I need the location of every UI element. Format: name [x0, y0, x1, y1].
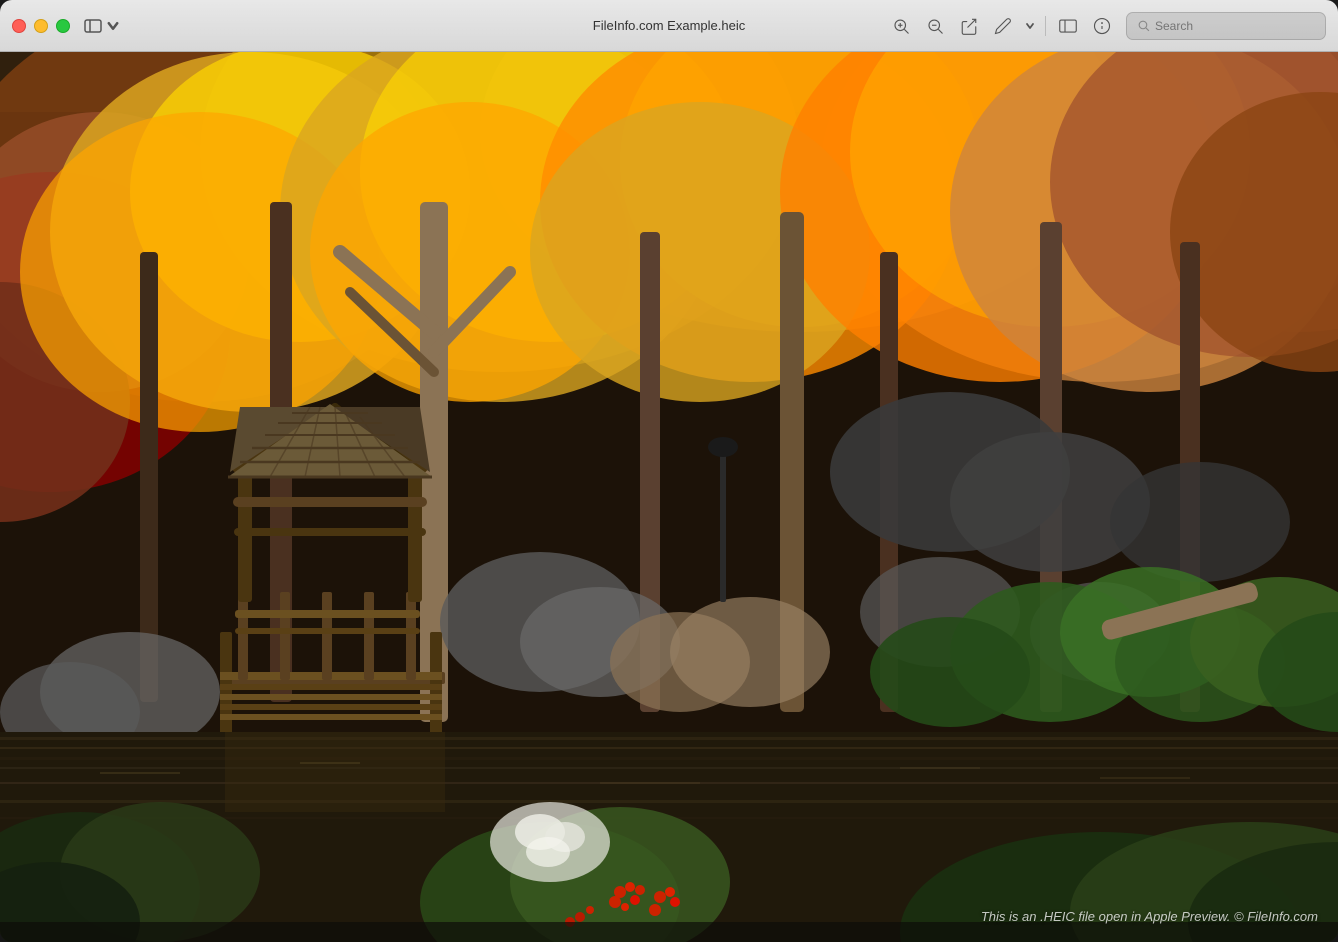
sidebar-icon — [84, 19, 102, 33]
divider — [1045, 16, 1046, 36]
chevron-down-icon — [104, 19, 122, 33]
zoom-out-icon — [926, 17, 944, 35]
toolbar-actions — [885, 10, 1326, 42]
markup-chevron-icon — [1025, 21, 1035, 31]
image-area: This is an .HEIC file open in Apple Prev… — [0, 52, 1338, 942]
close-button[interactable] — [12, 19, 26, 33]
view-sidebar-button[interactable] — [1052, 10, 1084, 42]
info-button[interactable] — [1086, 10, 1118, 42]
search-bar[interactable] — [1126, 12, 1326, 40]
share-button[interactable] — [953, 10, 985, 42]
pencil-icon — [994, 17, 1012, 35]
search-icon — [1137, 19, 1150, 32]
info-icon — [1093, 17, 1111, 35]
traffic-lights — [12, 19, 70, 33]
minimize-button[interactable] — [34, 19, 48, 33]
maximize-button[interactable] — [56, 19, 70, 33]
preview-window: FileInfo.com Example.heic — [0, 0, 1338, 942]
titlebar: FileInfo.com Example.heic — [0, 0, 1338, 52]
annotate-button[interactable] — [987, 10, 1019, 42]
share-icon — [960, 17, 978, 35]
markup-dropdown-button[interactable] — [1021, 10, 1039, 42]
zoom-in-button[interactable] — [885, 10, 917, 42]
search-input[interactable] — [1155, 19, 1315, 33]
zoom-in-icon — [892, 17, 910, 35]
sidebar-toggle-button[interactable] — [78, 15, 128, 37]
view-sidebar-icon — [1059, 17, 1077, 35]
zoom-out-button[interactable] — [919, 10, 951, 42]
window-title: FileInfo.com Example.heic — [593, 18, 745, 33]
autumn-scene-image — [0, 52, 1338, 942]
